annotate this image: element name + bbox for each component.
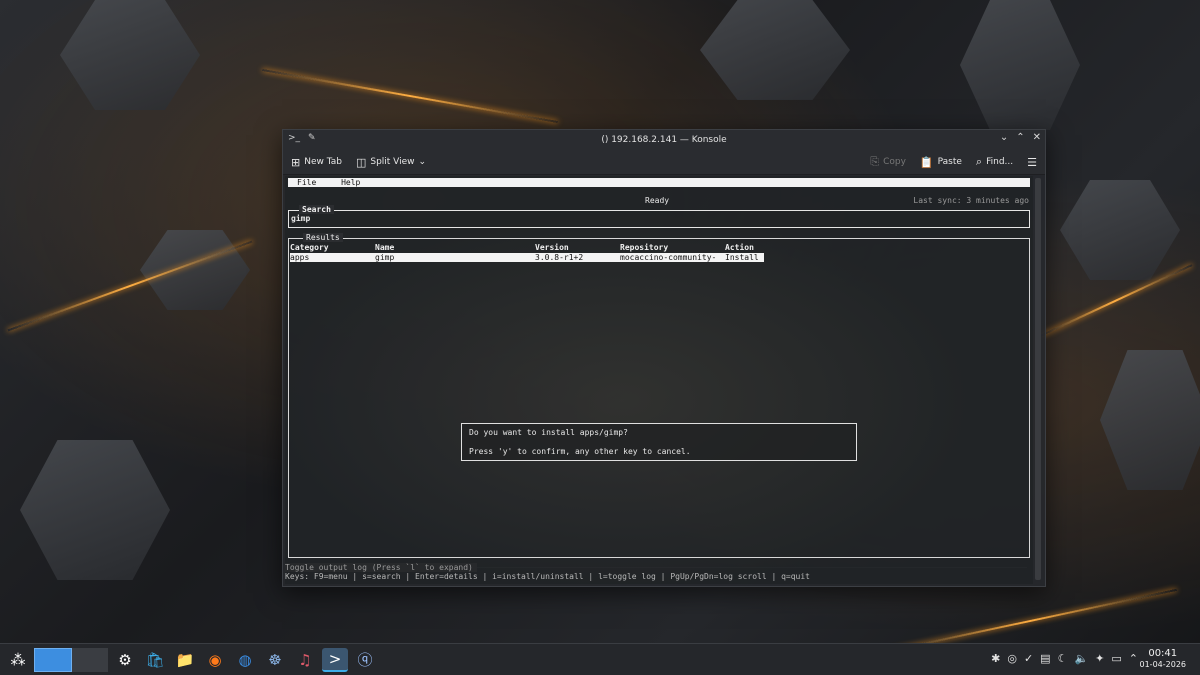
copy-label: Copy (883, 157, 906, 167)
kde-connect-icon[interactable]: ☸ (262, 648, 288, 672)
col-header-category: Category (290, 243, 329, 252)
terminal-icon[interactable]: >_ (288, 133, 300, 143)
terminal-area[interactable]: File Help Ready Last sync: 3 minutes ago… (285, 176, 1033, 584)
dialog-hint: Press 'y' to confirm, any other key to c… (469, 447, 691, 456)
wallpaper-hex (700, 0, 850, 100)
find-label: Find... (986, 157, 1014, 167)
split-view-button[interactable]: ◫ Split View ⌄ (356, 156, 426, 169)
clock-time: 00:41 (1148, 648, 1178, 659)
paste-icon: 📋 (919, 155, 934, 169)
files-icon[interactable]: 📁 (172, 648, 198, 672)
wallpaper-hex (1100, 350, 1200, 490)
wallpaper-hex (1060, 180, 1180, 280)
cell-repository: mocaccino-community- (620, 253, 717, 262)
cell-name: gimp (375, 253, 395, 262)
hamburger-icon: ☰ (1027, 155, 1037, 169)
vpn-icon[interactable]: ◎ (1007, 652, 1017, 665)
menu-file[interactable]: File (297, 178, 316, 187)
chevron-down-icon: ⌄ (418, 157, 427, 167)
hamburger-menu-button[interactable]: ☰ (1027, 156, 1037, 169)
wallpaper-hex (140, 230, 250, 310)
firefox-icon[interactable]: ◉ (202, 648, 228, 672)
konsole-window[interactable]: >_ ✎ () 192.168.2.141 — Konsole ⌄ ⌃ ✕ ⊞ … (282, 129, 1046, 587)
clock[interactable]: 00:41 01-04-2026 (1140, 648, 1187, 670)
copy-icon: ⎘ (870, 155, 880, 168)
search-box[interactable]: Search gimp (288, 205, 1030, 228)
tui-menubar: File Help (288, 178, 1030, 187)
minimize-icon[interactable]: ⌄ (1000, 132, 1008, 143)
menu-help[interactable]: Help (341, 178, 360, 187)
tray-expand-icon[interactable]: ⌃ (1129, 652, 1138, 665)
scrollbar[interactable] (1035, 178, 1041, 580)
search-icon: ⌕ (975, 155, 983, 168)
cell-action[interactable]: Install (725, 253, 759, 262)
close-icon[interactable]: ✕ (1033, 132, 1041, 143)
wallpaper-hex (60, 0, 200, 110)
results-label: Results (303, 233, 343, 242)
app-launcher-icon[interactable]: ⁂ (4, 648, 32, 672)
taskbar: ⁂ ⚙ 🛍 📁 ◉ ◍ ☸ ♫ > ⓠ ✱ ◎ ✓ ▤ ☾ 🔈 ✦ ▭ ⌃ 00… (0, 643, 1200, 675)
wallpaper-hex (960, 0, 1080, 130)
paste-label: Paste (937, 157, 962, 167)
system-tray: ✱ ◎ ✓ ▤ ☾ 🔈 ✦ ▭ ⌃ (991, 652, 1138, 665)
display-icon[interactable]: ▭ (1111, 652, 1121, 665)
clipboard-icon[interactable]: ▤ (1040, 652, 1050, 665)
titlebar[interactable]: >_ ✎ () 192.168.2.141 — Konsole ⌄ ⌃ ✕ (283, 130, 1045, 150)
window-title: () 192.168.2.141 — Konsole (601, 135, 727, 145)
results-panel: Results Category Name Version Repository… (288, 233, 1030, 558)
pin-icon[interactable]: ✎ (308, 133, 316, 143)
wallpaper-hex (20, 440, 170, 580)
cell-version: 3.0.8-r1+2 (535, 253, 584, 262)
clock-date: 01-04-2026 (1139, 660, 1187, 669)
status-text: Ready (645, 196, 670, 205)
system-settings-icon[interactable]: ⚙ (112, 648, 138, 672)
split-view-label: Split View (370, 157, 415, 167)
last-sync-text: Last sync: 3 minutes ago (913, 196, 1029, 205)
paste-button[interactable]: 📋 Paste (920, 156, 962, 169)
new-tab-button[interactable]: ⊞ New Tab (291, 156, 342, 169)
search-input[interactable]: gimp (291, 214, 310, 223)
search-label: Search (299, 205, 334, 214)
wallpaper-glow (262, 68, 558, 124)
keys-help: Keys: F9=menu | s=search | Enter=details… (285, 572, 810, 581)
volume-icon[interactable]: 🔈 (1074, 652, 1088, 665)
log-toggle[interactable]: Toggle output log (Press `l` to expand) (285, 563, 1027, 572)
thunderbird-icon[interactable]: ◍ (232, 648, 258, 672)
log-toggle-text: Toggle output log (Press `l` to expand) (285, 563, 477, 572)
copy-button[interactable]: ⎘ Copy (870, 155, 906, 169)
qbittorrent-icon[interactable]: ⓠ (352, 648, 378, 672)
pager-desktop-2[interactable] (72, 647, 108, 672)
clementine-icon[interactable]: ♫ (292, 648, 318, 672)
confirm-dialog[interactable]: Do you want to install apps/gimp? Press … (461, 423, 857, 461)
toolbar: ⊞ New Tab ◫ Split View ⌄ ⎘ Copy 📋 Paste … (283, 150, 1045, 175)
konsole-icon[interactable]: > (322, 647, 348, 672)
maximize-icon[interactable]: ⌃ (1016, 132, 1024, 143)
col-header-repository: Repository (620, 243, 669, 252)
split-view-icon: ◫ (355, 155, 367, 169)
find-button[interactable]: ⌕ Find... (976, 155, 1013, 169)
discover-icon[interactable]: 🛍 (142, 648, 168, 672)
new-tab-label: New Tab (304, 157, 342, 167)
brightness-icon[interactable]: ✦ (1095, 652, 1104, 665)
kdeconnect-tray-icon[interactable]: ✓ (1024, 652, 1033, 665)
cell-category: apps (290, 253, 310, 262)
bug-icon[interactable]: ✱ (991, 652, 1000, 665)
col-header-version: Version (535, 243, 569, 252)
col-header-action: Action (725, 243, 754, 252)
new-tab-icon: ⊞ (291, 155, 301, 169)
col-header-name: Name (375, 243, 395, 252)
pager-desktop-1[interactable] (34, 647, 72, 672)
dialog-question: Do you want to install apps/gimp? (469, 428, 628, 437)
night-color-icon[interactable]: ☾ (1058, 652, 1068, 665)
